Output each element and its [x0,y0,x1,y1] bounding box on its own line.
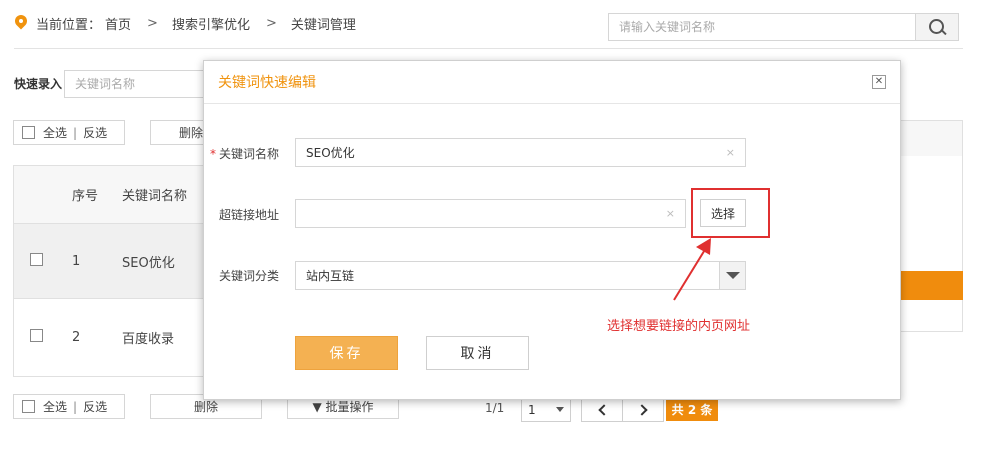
annotation-text: 选择想要链接的内页网址 [607,319,751,334]
annotation-arrow [673,238,711,301]
